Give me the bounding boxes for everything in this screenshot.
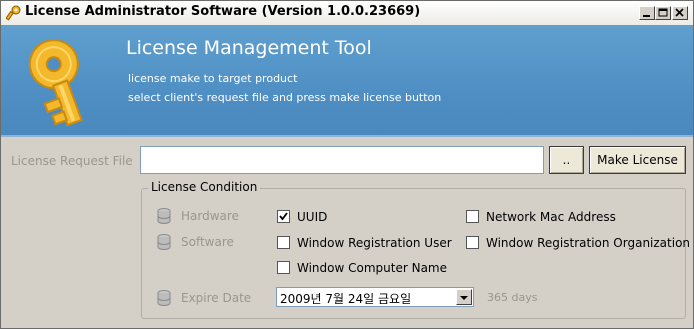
minimize-button[interactable] — [639, 6, 655, 20]
header-description-line1: license make to target product — [128, 72, 298, 85]
window-computer-name-checkbox[interactable] — [277, 261, 290, 274]
chevron-down-icon — [460, 296, 468, 300]
uuid-checkbox[interactable] — [277, 210, 290, 223]
key-logo-icon — [28, 39, 83, 127]
network-mac-checkbox[interactable] — [466, 210, 479, 223]
header-description-line2: select client's request file and press m… — [128, 91, 442, 104]
expire-database-icon — [157, 290, 171, 306]
window-title: License Administrator Software (Version … — [25, 4, 421, 19]
header-title: License Management Tool — [126, 37, 372, 59]
main-window: License Administrator Software (Version … — [0, 0, 694, 329]
date-dropdown-button[interactable] — [456, 289, 472, 305]
window-reg-user-checkbox[interactable] — [277, 236, 290, 249]
maximize-icon — [658, 8, 668, 17]
uuid-label: UUID — [297, 210, 328, 224]
days-count: 365 days — [487, 291, 538, 304]
key-app-icon — [6, 5, 21, 21]
expire-date-picker[interactable]: 2009년 7월 24일 금요일 — [276, 287, 474, 307]
window-computer-name-label: Window Computer Name — [297, 261, 447, 275]
license-condition-title: License Condition — [148, 180, 261, 194]
maximize-button[interactable] — [655, 6, 671, 20]
hardware-label: Hardware — [181, 209, 239, 223]
close-button[interactable] — [672, 6, 688, 20]
title-bar[interactable]: License Administrator Software (Version … — [1, 1, 693, 26]
window-reg-org-checkbox[interactable] — [466, 236, 479, 249]
expire-date-label: Expire Date — [181, 291, 252, 305]
software-label: Software — [181, 235, 234, 249]
window-reg-org-label: Window Registration Organization — [486, 236, 691, 250]
hardware-database-icon — [157, 208, 171, 224]
minimize-icon — [643, 15, 650, 17]
request-file-label: License Request File — [11, 154, 133, 168]
header-banner: License Management Tool license make to … — [1, 25, 693, 137]
browse-button[interactable]: .. — [549, 146, 584, 174]
checkmark-icon — [279, 212, 288, 221]
expire-date-value: 2009년 7월 24일 금요일 — [280, 292, 412, 306]
software-database-icon — [157, 234, 171, 250]
network-mac-label: Network Mac Address — [486, 210, 616, 224]
request-file-input[interactable] — [140, 146, 544, 174]
window-reg-user-label: Window Registration User — [297, 236, 452, 250]
close-icon — [675, 8, 684, 17]
make-license-button[interactable]: Make License — [589, 146, 686, 174]
